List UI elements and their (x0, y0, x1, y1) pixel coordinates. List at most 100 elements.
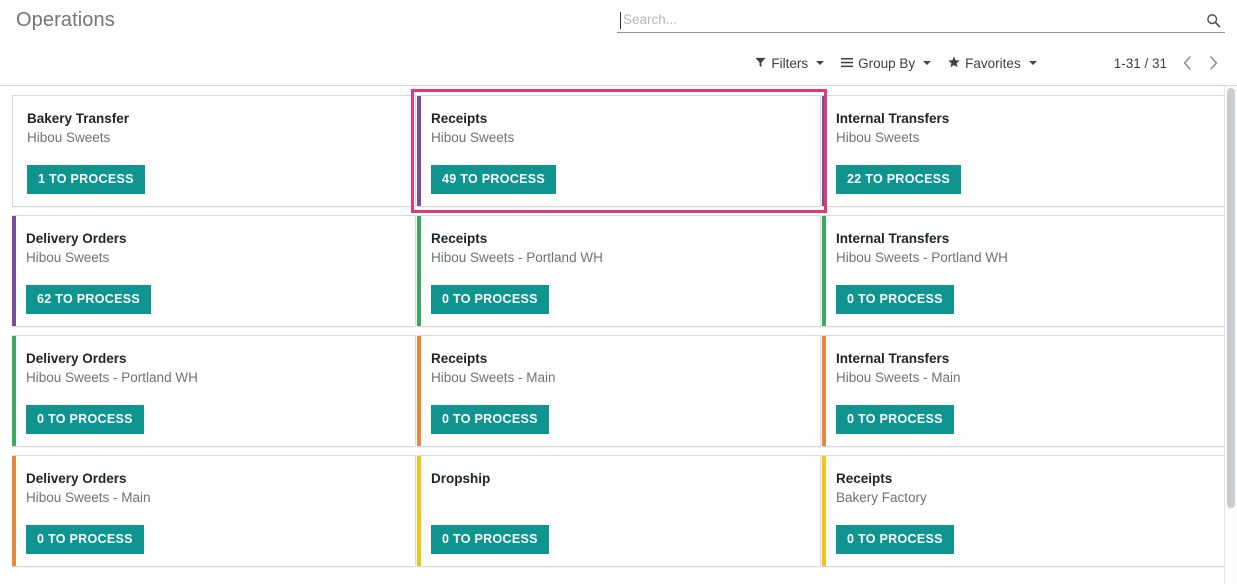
card-spacer (431, 488, 808, 525)
control-panel: Operations Filters (0, 0, 1237, 86)
kanban-card[interactable]: Delivery Orders Hibou Sweets - Portland W… (12, 335, 416, 447)
favorites-dropdown-button[interactable]: Favorites (940, 54, 1046, 73)
kanban-cell: Receipts Hibou Sweets - Portland WH 0 TO P… (417, 212, 821, 332)
card-subtitle: Hibou Sweets - Portland WH (431, 250, 603, 265)
card-color-stripe (822, 336, 826, 446)
to-process-button[interactable]: 0 TO PROCESS (431, 285, 549, 314)
chevron-down-icon (816, 61, 825, 65)
card-spacer (27, 148, 403, 165)
search-icon[interactable] (1203, 11, 1223, 31)
to-process-button[interactable]: 0 TO PROCESS (431, 405, 549, 434)
chevron-down-icon (923, 61, 932, 65)
card-title: Internal Transfers (836, 231, 950, 246)
kanban-cell: Bakery Transfer Hibou Sweets 1 TO PROCESS (12, 92, 416, 212)
kanban-card[interactable]: Delivery Orders Hibou Sweets - Main 0 TO P… (12, 455, 416, 567)
kanban-card[interactable]: Receipts Hibou Sweets - Portland WH 0 TO P… (417, 215, 821, 327)
favorites-label: Favorites (965, 55, 1021, 71)
card-spacer (26, 388, 403, 405)
to-process-button[interactable]: 62 TO PROCESS (26, 285, 152, 314)
to-process-button[interactable]: 0 TO PROCESS (836, 525, 954, 554)
card-subtitle: Hibou Sweets - Main (431, 370, 556, 385)
search-input[interactable] (621, 9, 1203, 32)
to-process-button[interactable]: 0 TO PROCESS (26, 525, 144, 554)
kanban-card[interactable]: Internal Transfers Hibou Sweets - Portlan… (822, 215, 1226, 327)
kanban-card[interactable]: Bakery Transfer Hibou Sweets 1 TO PROCESS (12, 95, 416, 207)
kanban-cell: Delivery Orders Hibou Sweets - Portland W… (12, 332, 416, 452)
search-options-bar: Filters Group By Favorites 1-31 / 31 (747, 50, 1225, 76)
card-title: Delivery Orders (26, 351, 127, 366)
card-title: Receipts (431, 231, 488, 246)
card-subtitle: Hibou Sweets - Main (836, 370, 961, 385)
kanban-grid: Bakery Transfer Hibou Sweets 1 TO PROCESS R… (0, 86, 1237, 572)
card-title: Bakery Transfer (27, 111, 130, 126)
card-spacer (836, 148, 1213, 165)
card-title: Receipts (431, 351, 488, 366)
card-spacer (836, 388, 1213, 405)
card-color-stripe (822, 96, 826, 206)
card-color-stripe (12, 216, 16, 326)
card-color-stripe (822, 456, 826, 566)
to-process-button[interactable]: 0 TO PROCESS (836, 285, 954, 314)
kanban-card[interactable]: Internal Transfers Hibou Sweets 22 TO PROC… (822, 95, 1226, 207)
kanban-card[interactable]: Receipts Bakery Factory 0 TO PROCESS (822, 455, 1226, 567)
search-field-wrapper[interactable] (617, 9, 1225, 33)
page-title: Operations (16, 9, 115, 31)
to-process-button[interactable]: 22 TO PROCESS (836, 165, 962, 194)
to-process-button[interactable]: 0 TO PROCESS (836, 405, 954, 434)
pager-range: 1-31 / 31 (1113, 55, 1167, 71)
filters-label: Filters (771, 55, 809, 71)
hamburger-icon (841, 57, 854, 70)
kanban-card[interactable]: Internal Transfers Hibou Sweets - Main 0 T… (822, 335, 1226, 447)
to-process-button[interactable]: 0 TO PROCESS (431, 525, 549, 554)
card-color-stripe (417, 96, 421, 206)
to-process-button[interactable]: 49 TO PROCESS (431, 165, 557, 194)
kanban-card[interactable]: Receipts Hibou Sweets 49 TO PROCESS (417, 95, 821, 207)
card-color-stripe (12, 456, 16, 566)
kanban-view: Bakery Transfer Hibou Sweets 1 TO PROCESS R… (0, 86, 1237, 584)
card-title: Internal Transfers (836, 111, 950, 126)
to-process-button[interactable]: 0 TO PROCESS (26, 405, 144, 434)
kanban-card[interactable]: Dropship 0 TO PROCESS (417, 455, 821, 567)
star-icon (948, 56, 960, 70)
card-title: Internal Transfers (836, 351, 950, 366)
card-subtitle: Hibou Sweets - Portland WH (836, 250, 1008, 265)
card-spacer (431, 268, 808, 285)
card-spacer (836, 508, 1213, 525)
pager-previous-button[interactable] (1175, 51, 1199, 75)
kanban-cell: Dropship 0 TO PROCESS (417, 452, 821, 572)
vertical-scrollbar[interactable] (1224, 86, 1237, 584)
groupby-dropdown-button[interactable]: Group By (833, 54, 940, 73)
card-subtitle: Hibou Sweets - Main (26, 490, 151, 505)
card-subtitle: Hibou Sweets - Portland WH (26, 370, 198, 385)
card-color-stripe (417, 336, 421, 446)
kanban-cell: Receipts Hibou Sweets - Main 0 TO PROCESS (417, 332, 821, 452)
filters-dropdown-button[interactable]: Filters (747, 54, 833, 73)
card-subtitle: Hibou Sweets (836, 130, 920, 145)
kanban-card[interactable]: Delivery Orders Hibou Sweets 62 TO PROCESS (12, 215, 416, 327)
kanban-card[interactable]: Receipts Hibou Sweets - Main 0 TO PROCESS (417, 335, 821, 447)
pager-next-button[interactable] (1201, 51, 1225, 75)
to-process-button[interactable]: 1 TO PROCESS (27, 165, 145, 194)
card-title: Delivery Orders (26, 471, 127, 486)
chevron-down-icon (1028, 61, 1037, 65)
card-subtitle: Hibou Sweets (27, 130, 111, 145)
text-cursor (620, 12, 621, 29)
card-subtitle: Bakery Factory (836, 490, 927, 505)
card-title: Receipts (836, 471, 893, 486)
scrollbar-thumb[interactable] (1227, 88, 1235, 508)
kanban-cell: Internal Transfers Hibou Sweets - Portlan… (822, 212, 1226, 332)
kanban-cell: Delivery Orders Hibou Sweets 62 TO PROCESS (12, 212, 416, 332)
card-spacer (26, 508, 403, 525)
kanban-cell: Receipts Bakery Factory 0 TO PROCESS (822, 452, 1226, 572)
card-subtitle: Hibou Sweets (26, 250, 110, 265)
card-spacer (836, 268, 1213, 285)
card-title: Dropship (431, 471, 491, 486)
pager: 1-31 / 31 (1108, 51, 1225, 75)
card-spacer (431, 148, 808, 165)
card-subtitle: Hibou Sweets (431, 130, 515, 145)
kanban-cell: Internal Transfers Hibou Sweets - Main 0 T… (822, 332, 1226, 452)
card-title: Receipts (431, 111, 488, 126)
groupby-label: Group By (858, 55, 916, 71)
card-color-stripe (417, 456, 421, 566)
card-spacer (26, 268, 403, 285)
